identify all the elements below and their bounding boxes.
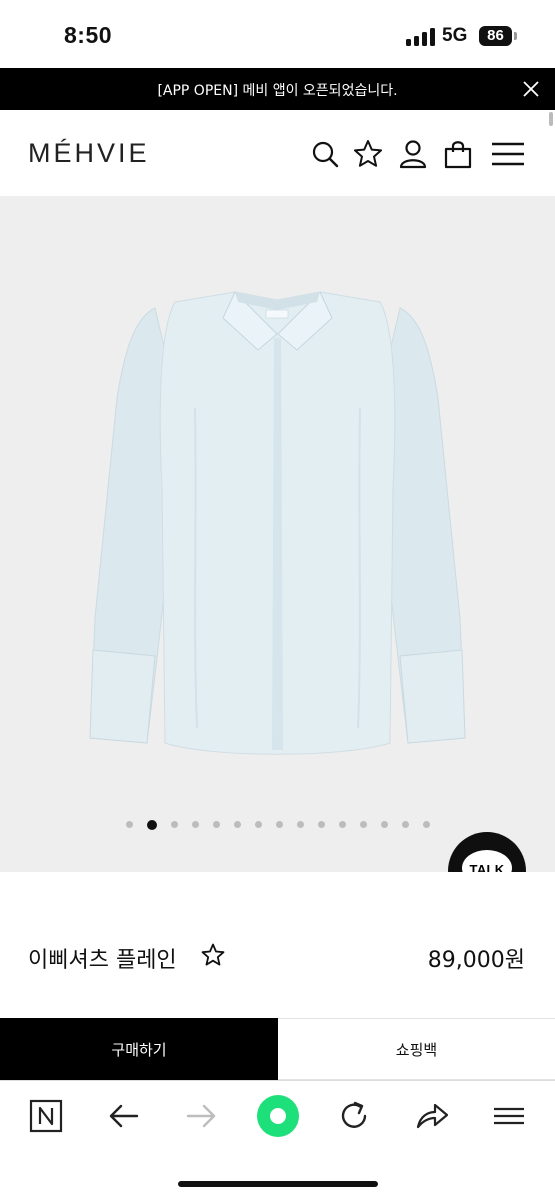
pagination-dot[interactable] xyxy=(170,821,178,828)
green-dot-icon[interactable] xyxy=(256,1094,300,1138)
share-icon[interactable] xyxy=(412,1096,452,1136)
battery-tip xyxy=(514,32,517,40)
pagination-dot[interactable] xyxy=(275,821,283,828)
buy-button[interactable]: 구매하기 xyxy=(0,1018,278,1080)
pagination-dot[interactable] xyxy=(191,821,199,828)
pagination-dot[interactable] xyxy=(317,821,325,828)
bag-icon[interactable] xyxy=(442,138,474,170)
announcement-banner: [APP OPEN] 메비 앱이 오픈되었습니다. xyxy=(0,68,555,110)
status-bar: 8:50 5G 86 xyxy=(0,0,555,68)
product-image xyxy=(89,291,466,755)
user-icon[interactable] xyxy=(397,138,429,170)
close-icon[interactable] xyxy=(519,77,543,101)
pagination-dot[interactable] xyxy=(146,819,157,830)
banner-text: [APP OPEN] 메비 앱이 오픈되었습니다. xyxy=(157,83,398,99)
network-type: 5G xyxy=(442,25,468,46)
pagination-dot[interactable] xyxy=(380,821,388,828)
battery-icon: 86 xyxy=(479,26,512,46)
menu-icon[interactable] xyxy=(490,138,526,170)
site-header: MÉHVIE xyxy=(0,110,555,196)
pagination-dot[interactable] xyxy=(296,821,304,828)
star-icon[interactable] xyxy=(352,138,384,170)
wishlist-star-icon[interactable] xyxy=(200,942,226,968)
purchase-actions: 구매하기 쇼핑백 xyxy=(0,1018,555,1080)
pagination-dot[interactable] xyxy=(338,821,346,828)
pagination-dot[interactable] xyxy=(401,821,409,828)
gallery-pagination xyxy=(0,814,555,830)
scrollbar[interactable] xyxy=(549,112,553,126)
menu-icon[interactable] xyxy=(489,1096,529,1136)
pagination-dot[interactable] xyxy=(254,821,262,828)
product-price: 89,000원 xyxy=(427,948,525,973)
pagination-dot[interactable] xyxy=(125,821,133,828)
back-arrow-icon[interactable] xyxy=(104,1096,144,1136)
pagination-dot[interactable] xyxy=(233,821,241,828)
product-name: 이삐셔츠 플레인 xyxy=(28,948,177,973)
shopping-bag-button[interactable]: 쇼핑백 xyxy=(278,1018,555,1080)
refresh-icon[interactable] xyxy=(334,1096,374,1136)
search-icon[interactable] xyxy=(309,138,341,170)
signal-icon xyxy=(406,28,436,46)
pagination-dot[interactable] xyxy=(212,821,220,828)
pagination-dot[interactable] xyxy=(359,821,367,828)
product-gallery[interactable] xyxy=(0,196,555,872)
forward-arrow-icon[interactable] xyxy=(181,1096,221,1136)
product-info: 이삐셔츠 플레인 89,000원 xyxy=(0,872,555,1018)
naver-n-icon[interactable] xyxy=(26,1096,66,1136)
status-time: 8:50 xyxy=(64,22,113,48)
home-indicator[interactable] xyxy=(178,1181,378,1187)
pagination-dot[interactable] xyxy=(422,821,430,828)
brand-logo[interactable]: MÉHVIE xyxy=(28,138,150,169)
